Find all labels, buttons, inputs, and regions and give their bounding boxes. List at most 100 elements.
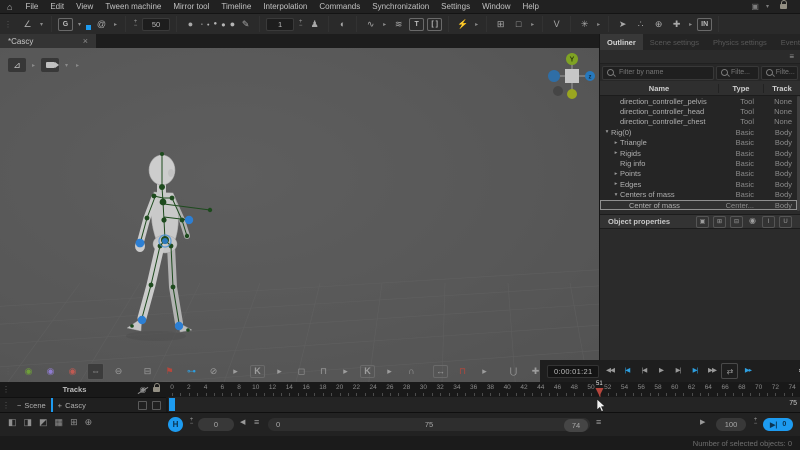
chevron-right-icon[interactable]: ▸ [112, 21, 119, 28]
sphere-button[interactable]: ◐ [335, 17, 350, 32]
menu-item-interpolation[interactable]: Interpolation [257, 2, 313, 11]
menu-item-view[interactable]: View [70, 2, 99, 11]
outliner-row[interactable]: ▸PointsBasicBody [600, 169, 797, 179]
prev-frame-button[interactable]: |◀ [636, 363, 651, 377]
audio-button[interactable]: ∩ [404, 364, 419, 379]
no-interpolation-button[interactable]: ⊘ [206, 364, 221, 379]
outliner-row[interactable]: ▾Centers of massBasicBody [600, 190, 797, 200]
chevron-right-icon[interactable]: ▸ [381, 21, 388, 28]
grid-view-button[interactable]: ⊞ [493, 17, 508, 32]
animation-mode-button[interactable]: ⚡ [455, 17, 470, 32]
prev-keyframe-button[interactable]: |◀ [619, 363, 634, 377]
chevron-right-icon[interactable]: ▸ [687, 21, 694, 28]
playback-range-bar[interactable]: 0 75 74 [268, 418, 590, 431]
lock-icon[interactable] [153, 387, 160, 392]
character-model[interactable] [110, 140, 240, 350]
chevron-right-icon[interactable]: ▸ [529, 21, 536, 28]
size-spinner[interactable]: +− [132, 20, 139, 28]
drag-handle-icon[interactable]: ⋮ [0, 401, 12, 410]
gizmo-x-axis[interactable] [548, 70, 560, 82]
pen-button[interactable]: ✎ [238, 17, 253, 32]
column-type[interactable]: Type [719, 84, 764, 93]
chevron-right-icon[interactable]: ▸ [272, 364, 287, 379]
rotate-gizmo-purple-icon[interactable]: ◉ [43, 364, 58, 379]
chevron-right-icon[interactable]: ▸ [30, 62, 37, 69]
track-lane[interactable]: 75 [168, 397, 800, 412]
fast-forward-button[interactable]: ▶▶ [704, 363, 719, 377]
tab-scene-settings[interactable]: Scene settings [643, 34, 706, 50]
track-scene[interactable]: − Scene [12, 398, 51, 413]
box-view-button[interactable]: □ [511, 17, 526, 32]
drag-handle-icon[interactable]: ⋮ [0, 385, 12, 394]
panel-layout-1-icon[interactable]: ◧ [8, 417, 17, 428]
fit-range-button[interactable]: ↔ [433, 365, 448, 378]
keyframe-box2-button[interactable]: K [360, 365, 375, 378]
object-properties-header[interactable]: Object properties ▣⊞⊟◉IU [600, 214, 800, 229]
menu-item-commands[interactable]: Commands [313, 2, 366, 11]
filter-type-field[interactable]: Filte... [716, 66, 759, 80]
menu-item-synchronization[interactable]: Synchronization [366, 2, 435, 11]
outliner-row[interactable]: direction_controller_chestToolNone [600, 117, 797, 127]
tree-arrow-icon[interactable]: ▸ [600, 150, 620, 156]
unlink-box-icon[interactable]: U [779, 216, 792, 228]
swoosh-tool-button[interactable]: ➤ [615, 17, 630, 32]
outliner-row[interactable]: ▸TriangleBasicBody [600, 138, 797, 148]
collapse-icon[interactable]: − [17, 401, 21, 410]
chevron-down-icon[interactable]: ▾ [766, 3, 769, 10]
tree-arrow-icon[interactable]: ▸ [600, 171, 620, 177]
navigation-gizmo[interactable]: Y z [546, 50, 598, 102]
footprints-button[interactable]: ∴ [633, 17, 648, 32]
graph-tool-button[interactable]: ∠ [20, 17, 35, 32]
gizmo-center[interactable] [565, 69, 579, 83]
drag-handle-icon[interactable]: ⋮ [2, 20, 14, 29]
clip-start-marker[interactable] [169, 398, 175, 411]
menu-item-settings[interactable]: Settings [435, 2, 476, 11]
burst-tool-button[interactable]: ✳ [577, 17, 592, 32]
play-from-start-button[interactable]: ▶▸ [740, 363, 755, 377]
menu-item-window[interactable]: Window [476, 2, 516, 11]
jump-frame-button[interactable]: ▶| 0 [763, 418, 793, 431]
outliner-row[interactable]: ▸EdgesBasicBody [600, 179, 797, 189]
eye-slash-icon[interactable]: ◉ [137, 385, 149, 394]
menu-item-timeline[interactable]: Timeline [215, 2, 257, 11]
chevron-right-icon[interactable]: ▸ [473, 21, 480, 28]
menu-item-mirror-tool[interactable]: Mirror tool [167, 2, 215, 11]
remove-box-icon[interactable]: ⊟ [730, 216, 743, 228]
menu-item-help[interactable]: Help [517, 2, 545, 11]
track-cascy[interactable]: + Cascy [51, 398, 91, 413]
chevron-right-icon[interactable]: ▸ [382, 364, 397, 379]
panel-layout-2-icon[interactable]: ◨ [24, 417, 33, 428]
next-frame-button[interactable]: ▶| [670, 363, 685, 377]
move-axes-button[interactable]: ⇔ [87, 363, 104, 380]
loop-button[interactable]: ⇄ [721, 363, 738, 379]
character-button[interactable]: ♟ [307, 17, 322, 32]
step-right-button[interactable]: ▶ [700, 418, 705, 426]
list-button-2[interactable]: ≡ [596, 417, 601, 427]
text-tool-button[interactable]: T [409, 18, 424, 31]
offset-value-field[interactable]: 0 [198, 418, 234, 431]
panel-layout-3-icon[interactable]: ◩ [39, 417, 48, 428]
gizmo-neg-y-axis[interactable] [567, 89, 577, 99]
flag-button[interactable]: ⚑ [162, 364, 177, 379]
brush-button[interactable]: ● [183, 17, 198, 32]
rig-tool-button[interactable]: ⊕ [651, 17, 666, 32]
magnet-button[interactable]: ⋃ [506, 364, 521, 379]
tab-event-log[interactable]: Event log [774, 34, 800, 50]
outliner-row[interactable]: direction_controller_headToolNone [600, 106, 797, 116]
chevron-right-icon[interactable]: ▸ [477, 364, 492, 379]
chevron-right-icon[interactable]: ▸ [595, 21, 602, 28]
list-button[interactable]: ≡ [254, 417, 259, 427]
tree-arrow-icon[interactable]: ▾ [600, 192, 620, 198]
panel-layout-4-icon[interactable]: ▦ [55, 417, 64, 428]
tab-physics-settings[interactable]: Physics settings [706, 34, 774, 50]
visibility-icon[interactable]: ◉ [747, 216, 758, 226]
active-color-swatch[interactable] [86, 25, 91, 30]
chevron-right-icon[interactable]: ▸ [74, 62, 81, 69]
speed-spinner[interactable]: +− [752, 418, 759, 426]
hamburger-icon[interactable]: ≡ [789, 52, 794, 61]
inverse-kinematics-button[interactable]: IN [697, 18, 712, 31]
column-track[interactable]: Track [764, 84, 800, 93]
chevron-right-icon[interactable]: ▸ [228, 364, 243, 379]
tree-arrow-icon[interactable]: ▸ [600, 140, 620, 146]
brackets-button[interactable]: [ ] [427, 18, 442, 31]
